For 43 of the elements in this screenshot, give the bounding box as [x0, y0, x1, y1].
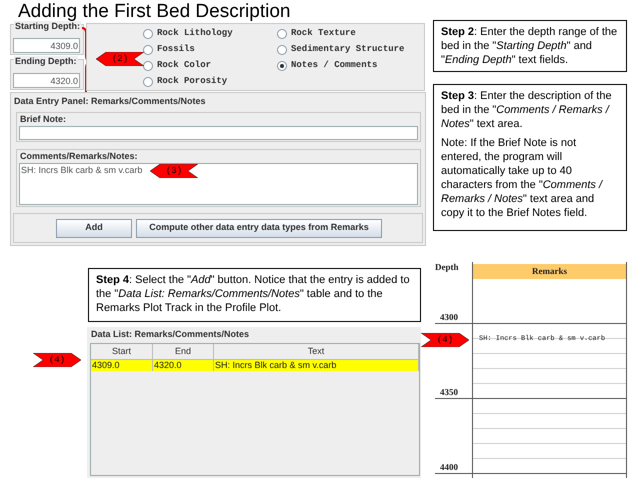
instruction-text: Step 4: Select the "Add" button. Notice that the entry is added to the "Data List: Remarks/Comments/Notes" table and to the Remarks Plot Track in the Profile Plot. — [96, 273, 411, 315]
radio-option[interactable]: Notes / Comments — [277, 60, 378, 71]
add-button[interactable]: Add — [56, 218, 132, 238]
table-row[interactable]: 4309.0 4320.0 SH: Incrs Blk carb & sm v.carb — [91, 360, 419, 371]
panel-title: Data List: Remarks/Comments/Notes — [91, 329, 250, 340]
radio-button[interactable] — [143, 60, 153, 70]
radio-option[interactable]: Rock Texture — [277, 28, 356, 39]
track-header: Remarks — [472, 264, 627, 279]
radio-button[interactable] — [277, 60, 287, 70]
table-cell: SH: Incrs Blk carb & sm v.carb — [214, 360, 419, 371]
radio-button[interactable] — [277, 28, 287, 38]
callout-arrow: (3) — [150, 164, 198, 178]
instruction-text: Step 2: Enter the depth range of the bed in the "Starting Depth" and "Ending Depth" text fields. — [441, 25, 618, 67]
callout-arrow: (2) — [96, 52, 144, 66]
instruction-text: Note: If the Brief Note is not entered, the program will automatically take up to 40 characters from the "Comments / Remarks / Notes" text area and copy it to the Brief Notes field. — [441, 136, 604, 220]
brief-note-field[interactable] — [19, 126, 418, 140]
radio-option[interactable]: Sedimentary Structure — [277, 44, 404, 55]
callout-arrow: (4) — [33, 353, 81, 367]
callout-arrow: (4) — [421, 333, 469, 347]
radio-option[interactable]: Rock Porosity — [143, 76, 228, 87]
radio-button[interactable] — [143, 76, 153, 86]
field-label: Brief Note: — [20, 114, 66, 125]
field-label: Starting Depth: — [14, 21, 81, 32]
depth-field[interactable]: 4309.0 — [13, 38, 80, 53]
radio-option[interactable]: Fossils — [143, 44, 195, 55]
radio-option[interactable]: Rock Color — [143, 60, 212, 71]
depth-label: 4300 — [440, 312, 458, 323]
radio-button[interactable] — [143, 44, 153, 54]
table-cell: 4309.0 — [91, 360, 153, 371]
depth-header: Depth — [435, 262, 460, 273]
radio-option[interactable]: Rock Lithology — [143, 28, 233, 39]
field-label: Comments/Remarks/Notes: — [20, 151, 138, 162]
compute-button[interactable]: Compute other data entry data types from Remarks — [136, 218, 382, 238]
radio-button[interactable] — [277, 44, 287, 54]
radio-button[interactable] — [143, 28, 153, 38]
depth-field[interactable]: 4320.0 — [13, 73, 80, 88]
instruction-text: Step 3: Enter the description of the bed in the "Comments / Remarks / Notes" text area. — [441, 89, 613, 131]
depth-label: 4350 — [440, 387, 458, 398]
field-label: Ending Depth: — [14, 56, 78, 67]
slide-title: Adding the First Bed Description — [18, 1, 290, 22]
panel-title: Data Entry Panel: Remarks/Comments/Notes — [14, 96, 206, 107]
table-cell: 4320.0 — [153, 360, 214, 371]
depth-label: 4400 — [440, 462, 458, 473]
